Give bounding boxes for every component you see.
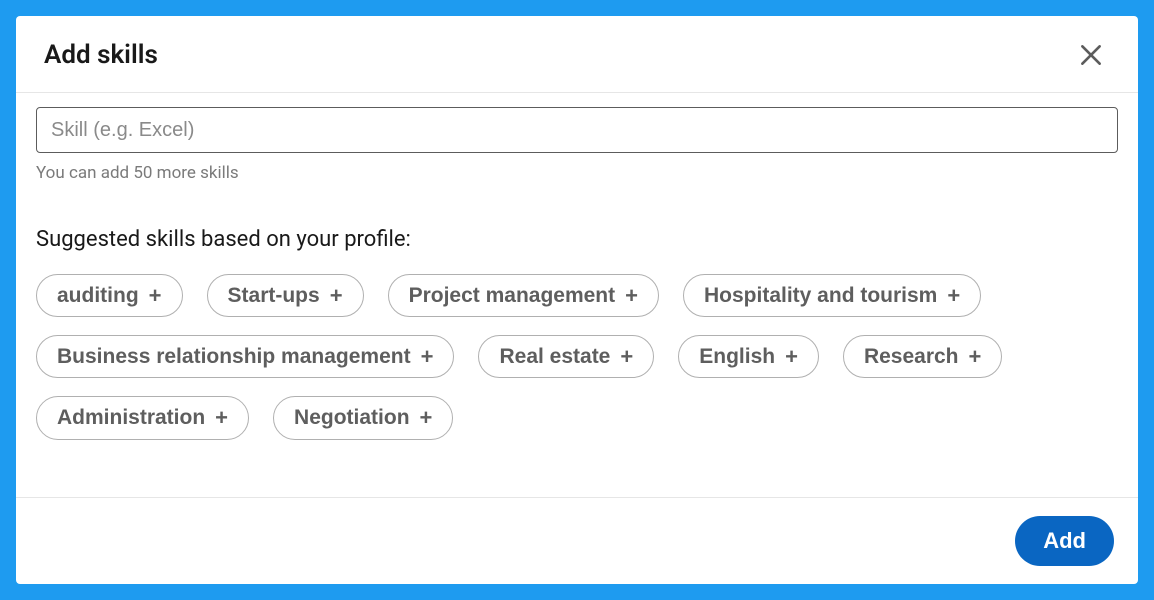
modal-header: Add skills — [16, 16, 1138, 93]
suggested-skill-chip[interactable]: Research + — [843, 335, 1002, 378]
chip-label: Negotiation — [294, 405, 410, 430]
modal-title: Add skills — [44, 40, 158, 70]
chip-label: Start-ups — [228, 283, 320, 308]
chip-label: Real estate — [499, 344, 610, 369]
suggested-skill-chip[interactable]: Real estate + — [478, 335, 654, 378]
modal-footer: Add — [16, 497, 1138, 584]
chip-label: Business relationship management — [57, 344, 411, 369]
suggested-heading: Suggested skills based on your profile: — [36, 227, 1118, 252]
suggested-skill-chip[interactable]: Negotiation + — [273, 396, 453, 439]
plus-icon: + — [625, 285, 638, 307]
plus-icon: + — [620, 346, 633, 368]
suggested-skills-list: auditing+Start-ups+Project management+Ho… — [36, 274, 1118, 440]
plus-icon: + — [420, 407, 433, 429]
chip-label: Project management — [409, 283, 616, 308]
modal-body: You can add 50 more skills Suggested ski… — [16, 93, 1138, 497]
chip-label: English — [699, 344, 775, 369]
plus-icon: + — [330, 285, 343, 307]
suggested-skill-chip[interactable]: Administration + — [36, 396, 249, 439]
suggested-skill-chip[interactable]: Project management + — [388, 274, 659, 317]
skill-input-helper: You can add 50 more skills — [36, 163, 1118, 183]
close-icon — [1078, 42, 1104, 68]
chip-label: Administration — [57, 405, 205, 430]
suggested-skill-chip[interactable]: Start-ups + — [207, 274, 364, 317]
chip-label: Research — [864, 344, 959, 369]
plus-icon: + — [785, 346, 798, 368]
skill-input[interactable] — [36, 107, 1118, 153]
plus-icon: + — [947, 285, 960, 307]
plus-icon: + — [149, 285, 162, 307]
suggested-skill-chip[interactable]: Business relationship management + — [36, 335, 454, 378]
add-skills-modal: Add skills You can add 50 more skills Su… — [16, 16, 1138, 584]
suggested-skill-chip[interactable]: English + — [678, 335, 819, 378]
suggested-skill-chip[interactable]: Hospitality and tourism + — [683, 274, 981, 317]
plus-icon: + — [421, 346, 434, 368]
chip-label: auditing — [57, 283, 139, 308]
add-button[interactable]: Add — [1015, 516, 1114, 566]
close-button[interactable] — [1072, 36, 1110, 74]
chip-label: Hospitality and tourism — [704, 283, 937, 308]
plus-icon: + — [215, 407, 228, 429]
plus-icon: + — [969, 346, 982, 368]
suggested-skill-chip[interactable]: auditing + — [36, 274, 183, 317]
